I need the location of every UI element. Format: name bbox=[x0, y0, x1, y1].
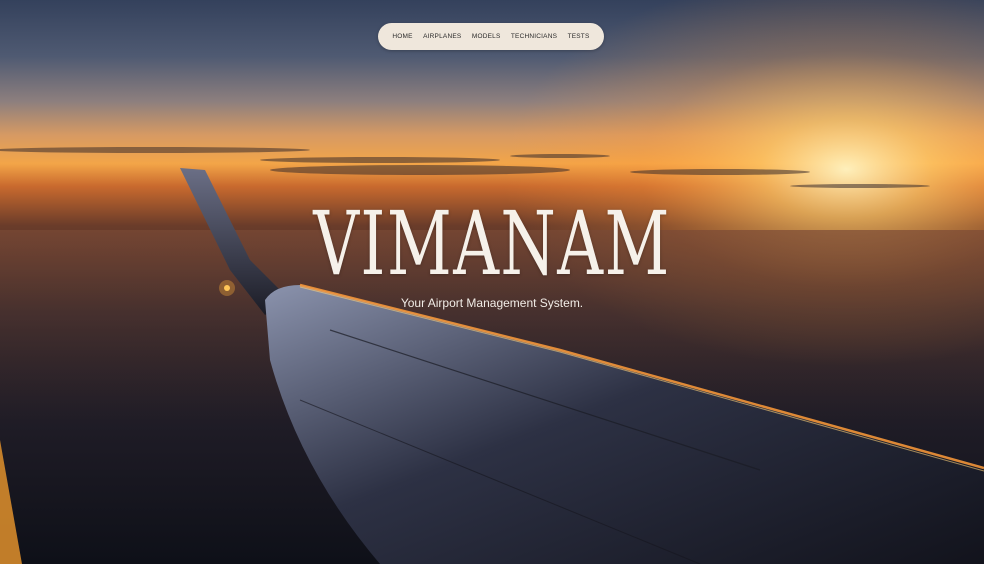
nav-link-home[interactable]: HOME bbox=[392, 33, 412, 40]
nav-link-models[interactable]: MODELS bbox=[472, 33, 501, 40]
hero-title: VIMANAM bbox=[313, 192, 671, 295]
nav-link-airplanes[interactable]: AIRPLANES bbox=[423, 33, 461, 40]
nav-link-technicians[interactable]: TECHNICIANS bbox=[511, 33, 557, 40]
nav-link-tests[interactable]: TESTS bbox=[568, 33, 590, 40]
hero-section: HOME AIRPLANES MODELS TECHNICIANS TESTS … bbox=[0, 0, 984, 564]
top-navigation-bar: HOME AIRPLANES MODELS TECHNICIANS TESTS bbox=[378, 23, 604, 50]
hero-subtitle: Your Airport Management System. bbox=[400, 296, 584, 310]
